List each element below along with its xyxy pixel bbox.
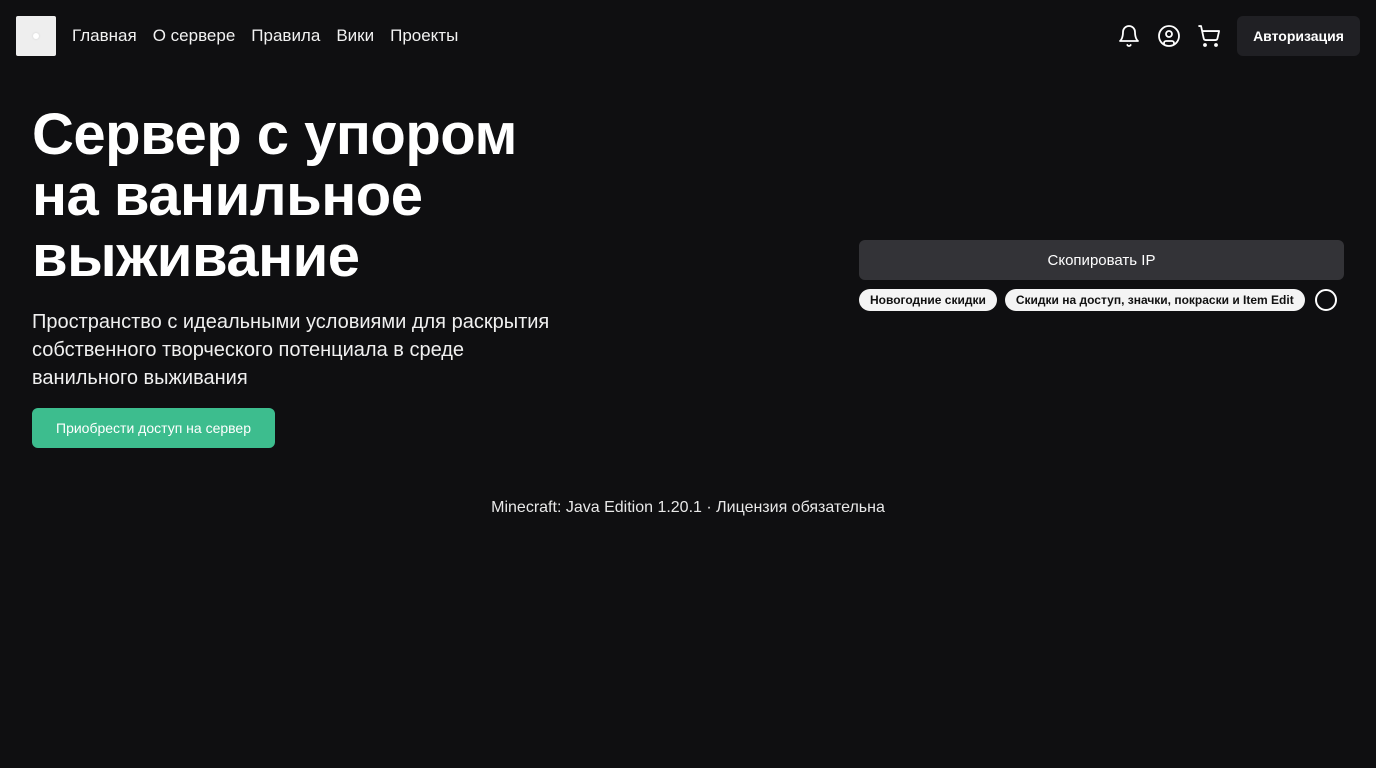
- nav-item-home[interactable]: Главная: [72, 24, 137, 48]
- nav-item-wiki[interactable]: Вики: [336, 24, 374, 48]
- copy-ip-button[interactable]: Скопировать IP: [859, 240, 1344, 280]
- login-button[interactable]: Авторизация: [1237, 16, 1360, 56]
- bell-icon: [1119, 25, 1139, 47]
- promo-tag-newyear[interactable]: Новогодние скидки: [859, 289, 997, 311]
- nav-item-projects[interactable]: Проекты: [390, 24, 458, 48]
- version-note: Minecraft: Java Edition 1.20.1 · Лицензи…: [491, 499, 885, 516]
- site-logo[interactable]: [16, 16, 56, 56]
- site-header: Главная О сервере Правила Вики Проекты А…: [0, 0, 1376, 72]
- profile-button[interactable]: [1153, 16, 1185, 56]
- hero-title-line: Сервер с упором: [32, 102, 517, 167]
- hero-subtitle-line: собственного творческого потенциала в ср…: [32, 339, 465, 361]
- cart-button[interactable]: [1193, 16, 1225, 56]
- hero-title-line: выживание: [32, 224, 360, 289]
- hero-title: Сервер с упором на ванильное выживание: [32, 104, 652, 287]
- promo-tag-discounts[interactable]: Скидки на доступ, значки, покраски и Ite…: [1004, 289, 1305, 311]
- main-nav: Главная О сервере Правила Вики Проекты: [72, 24, 458, 48]
- nav-item-rules[interactable]: Правила: [251, 24, 320, 48]
- hero-title-line: на ванильное: [32, 163, 423, 228]
- notifications-button[interactable]: [1113, 16, 1145, 56]
- cart-icon: [1198, 25, 1220, 47]
- hero-subtitle: Пространство с идеальными условиями для …: [32, 308, 632, 392]
- user-circle-icon: [1158, 25, 1180, 47]
- hero-subtitle-line: Пространство с идеальными условиями для …: [32, 311, 550, 333]
- status-circle-button[interactable]: [1314, 289, 1337, 311]
- logo-mark: [33, 33, 39, 39]
- promo-tags: Новогодние скидки Скидки на доступ, знач…: [859, 289, 1337, 311]
- page: Главная О сервере Правила Вики Проекты А…: [0, 0, 1376, 768]
- buy-access-button[interactable]: Приобрести доступ на сервер: [32, 408, 275, 448]
- nav-item-about[interactable]: О сервере: [153, 24, 236, 48]
- hero-subtitle-line: ванильного выживания: [32, 367, 248, 389]
- header-icons: [1113, 16, 1225, 56]
